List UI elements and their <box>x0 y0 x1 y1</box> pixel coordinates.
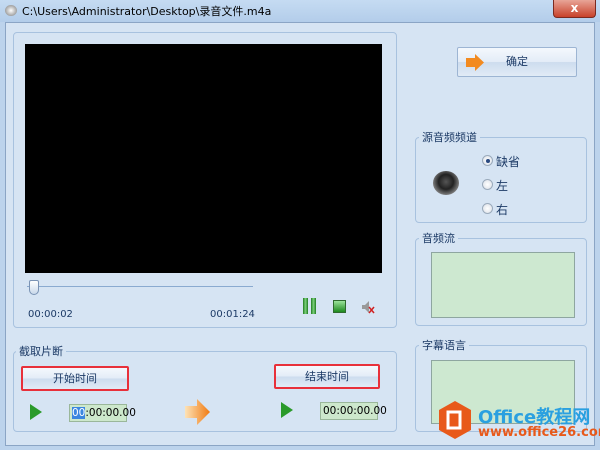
total-time: 00:01:24 <box>210 309 255 320</box>
window-title: C:\Users\Administrator\Desktop\录音文件.m4a <box>22 5 272 18</box>
play-end-icon[interactable] <box>281 402 293 418</box>
app-icon <box>5 5 17 16</box>
audio-stream-title: 音频流 <box>419 230 458 246</box>
arrow-right-icon <box>185 399 210 425</box>
start-time-selected: 00 <box>72 407 86 419</box>
radio-right[interactable] <box>482 203 493 214</box>
audio-stream-list[interactable] <box>431 252 575 318</box>
ok-label: 确定 <box>506 55 528 68</box>
start-time-rest: :00:00.00 <box>85 407 136 419</box>
clip-title: 截取片断 <box>16 343 66 359</box>
play-start-icon[interactable] <box>30 404 42 420</box>
radio-left[interactable] <box>482 179 493 190</box>
pause-button[interactable] <box>303 298 317 314</box>
seek-track[interactable] <box>27 286 253 287</box>
seek-thumb[interactable] <box>28 280 39 295</box>
speaker-icon <box>433 171 459 195</box>
subtitle-title: 字幕语言 <box>419 337 469 353</box>
radio-default-label: 缺省 <box>496 155 521 169</box>
end-time-button[interactable]: 结束时间 <box>274 364 380 389</box>
close-button[interactable]: x <box>553 0 596 18</box>
start-time-input[interactable]: 00:00:00.00 <box>69 404 136 422</box>
arrow-right-icon <box>466 54 484 71</box>
start-time-button[interactable]: 开始时间 <box>21 366 129 391</box>
watermark-url: www.office26.com <box>478 425 600 440</box>
end-time-input[interactable]: 00:00:00.00 <box>320 402 387 420</box>
ok-button[interactable]: 确定 <box>457 47 577 77</box>
title-bar: C:\Users\Administrator\Desktop\录音文件.m4a … <box>0 0 600 22</box>
channel-title: 源音频频道 <box>419 129 480 145</box>
radio-left-label: 左 <box>496 179 509 193</box>
radio-default[interactable] <box>482 155 493 166</box>
current-time: 00:00:02 <box>28 309 73 320</box>
radio-right-label: 右 <box>496 203 509 217</box>
stop-button[interactable] <box>333 300 346 313</box>
pause-icon <box>303 298 317 314</box>
mute-button[interactable] <box>361 300 375 314</box>
video-display <box>25 44 382 273</box>
mute-icon <box>362 301 375 314</box>
office-logo <box>439 401 471 439</box>
